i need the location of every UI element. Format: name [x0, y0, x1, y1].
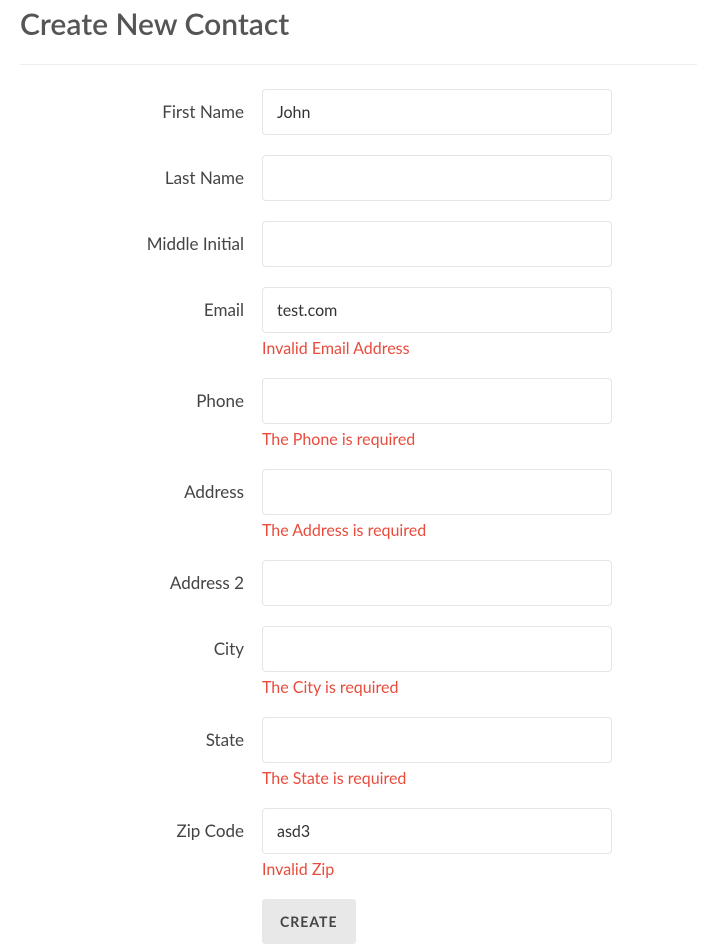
- form-row-phone: Phone The Phone is required: [20, 378, 697, 449]
- city-input[interactable]: [262, 626, 612, 672]
- address-input[interactable]: [262, 469, 612, 515]
- first-name-label: First Name: [20, 89, 262, 122]
- form-row-last-name: Last Name: [20, 155, 697, 201]
- zip-control: Invalid Zip: [262, 808, 612, 879]
- first-name-control: [262, 89, 612, 135]
- form-row-city: City The City is required: [20, 626, 697, 697]
- form-row-address2: Address 2: [20, 560, 697, 606]
- address2-label: Address 2: [20, 560, 262, 593]
- last-name-control: [262, 155, 612, 201]
- address-label: Address: [20, 469, 262, 502]
- form-row-middle-initial: Middle Initial: [20, 221, 697, 267]
- email-input[interactable]: [262, 287, 612, 333]
- page-title: Create New Contact: [20, 0, 697, 65]
- form-row-address: Address The Address is required: [20, 469, 697, 540]
- last-name-label: Last Name: [20, 155, 262, 188]
- phone-label: Phone: [20, 378, 262, 411]
- address-error: The Address is required: [262, 521, 612, 540]
- email-control: Invalid Email Address: [262, 287, 612, 358]
- phone-input[interactable]: [262, 378, 612, 424]
- city-error: The City is required: [262, 678, 612, 697]
- first-name-input[interactable]: [262, 89, 612, 135]
- submit-row: CREATE: [20, 899, 697, 944]
- city-control: The City is required: [262, 626, 612, 697]
- last-name-input[interactable]: [262, 155, 612, 201]
- state-control: The State is required: [262, 717, 612, 788]
- city-label: City: [20, 626, 262, 659]
- submit-spacer: [20, 899, 262, 944]
- email-label: Email: [20, 287, 262, 320]
- address2-control: [262, 560, 612, 606]
- address-control: The Address is required: [262, 469, 612, 540]
- middle-initial-control: [262, 221, 612, 267]
- form-row-zip: Zip Code Invalid Zip: [20, 808, 697, 879]
- zip-label: Zip Code: [20, 808, 262, 841]
- address2-input[interactable]: [262, 560, 612, 606]
- zip-error: Invalid Zip: [262, 860, 612, 879]
- form-row-state: State The State is required: [20, 717, 697, 788]
- middle-initial-input[interactable]: [262, 221, 612, 267]
- state-label: State: [20, 717, 262, 750]
- email-error: Invalid Email Address: [262, 339, 612, 358]
- state-error: The State is required: [262, 769, 612, 788]
- zip-input[interactable]: [262, 808, 612, 854]
- phone-error: The Phone is required: [262, 430, 612, 449]
- form-row-first-name: First Name: [20, 89, 697, 135]
- create-button[interactable]: CREATE: [262, 899, 356, 944]
- state-input[interactable]: [262, 717, 612, 763]
- contact-form: First Name Last Name Middle Initial Emai…: [20, 89, 697, 944]
- phone-control: The Phone is required: [262, 378, 612, 449]
- middle-initial-label: Middle Initial: [20, 221, 262, 254]
- form-row-email: Email Invalid Email Address: [20, 287, 697, 358]
